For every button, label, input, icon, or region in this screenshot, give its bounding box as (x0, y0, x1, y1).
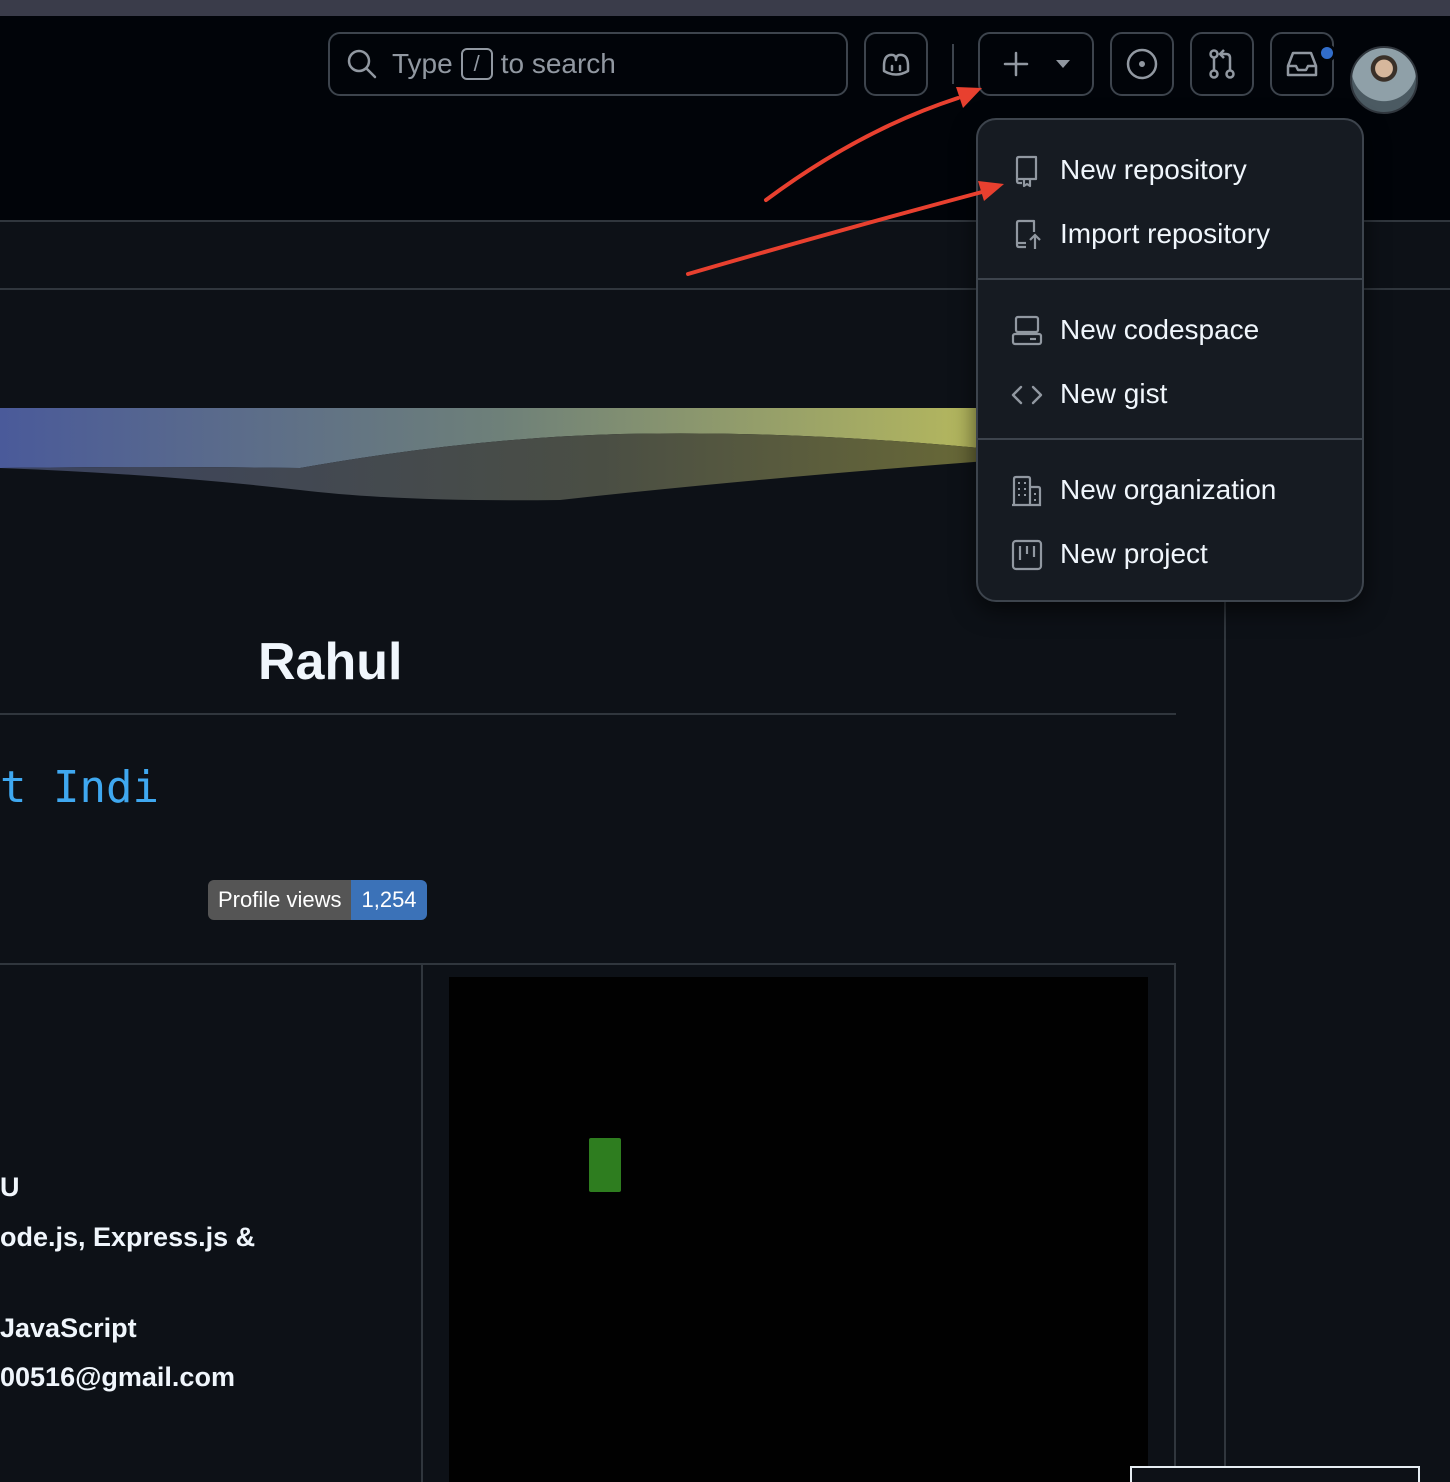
notification-dot (1318, 44, 1336, 62)
plus-icon (1003, 51, 1029, 77)
game-canvas (449, 977, 1148, 1482)
search-suffix: to search (500, 48, 616, 79)
repo-push-icon (1015, 219, 1041, 249)
table-border-top (0, 963, 1176, 965)
menu-item-new-project[interactable]: New project (978, 524, 1362, 584)
pull-requests-button[interactable] (1190, 32, 1254, 96)
issues-icon (1126, 48, 1158, 80)
create-new-button[interactable] (978, 32, 1094, 96)
menu-item-new-repository[interactable]: New repository (978, 140, 1362, 200)
repo-icon (1015, 155, 1038, 188)
search-icon (347, 49, 377, 79)
header-divider (952, 44, 954, 84)
profile-views-badge: Profile views 1,254 (208, 880, 427, 920)
menu-item-new-codespace[interactable]: New codespace (978, 300, 1362, 360)
issues-button[interactable] (1110, 32, 1174, 96)
code-icon (1011, 385, 1043, 405)
name-divider (0, 713, 1176, 715)
menu-item-label: New gist (1060, 378, 1168, 409)
menu-item-label: Import repository (1060, 218, 1271, 249)
menu-item-label: New repository (1060, 154, 1247, 185)
profile-name: Rahul (258, 633, 403, 691)
search-prefix: Type (392, 48, 453, 79)
game-block (589, 1138, 621, 1192)
create-new-menu: New repository Import repository New cod… (976, 118, 1364, 602)
profile-banner-wave (0, 408, 1000, 501)
codespaces-icon (1011, 315, 1043, 346)
overlay-box (1130, 1466, 1420, 1482)
typing-banner-text: t Indi (0, 762, 159, 813)
menu-item-import-repository[interactable]: Import repository (978, 204, 1362, 264)
info-line-3: JavaScript (0, 1313, 137, 1343)
project-icon (1011, 539, 1043, 571)
table-border-right (1174, 963, 1176, 1482)
triangle-down-icon (1056, 60, 1070, 68)
window-titlebar (0, 0, 1450, 16)
organization-icon (1012, 475, 1042, 507)
copilot-icon (882, 53, 910, 76)
menu-item-new-gist[interactable]: New gist (978, 364, 1362, 424)
inbox-icon (1286, 51, 1318, 77)
badge-value: 1,254 (351, 880, 427, 920)
search-shortcut-key: / (460, 48, 493, 80)
info-line-email: 00516@gmail.com (0, 1362, 235, 1392)
pull-requests-icon (1209, 49, 1235, 79)
table-border-middle (421, 963, 423, 1482)
menu-item-new-organization[interactable]: New organization (978, 460, 1362, 520)
menu-separator (978, 438, 1362, 440)
info-line-1: U (0, 1172, 20, 1202)
menu-item-label: New codespace (1060, 314, 1260, 345)
info-line-2: ode.js, Express.js & (0, 1222, 256, 1252)
menu-item-label: New organization (1060, 474, 1277, 505)
menu-item-label: New project (1060, 538, 1208, 569)
copilot-button[interactable] (864, 32, 928, 96)
badge-label: Profile views (208, 880, 352, 920)
search-input[interactable]: Type / to search (328, 32, 848, 96)
inbox-button[interactable] (1270, 32, 1334, 96)
user-avatar[interactable] (1350, 46, 1418, 114)
menu-separator (978, 278, 1362, 280)
